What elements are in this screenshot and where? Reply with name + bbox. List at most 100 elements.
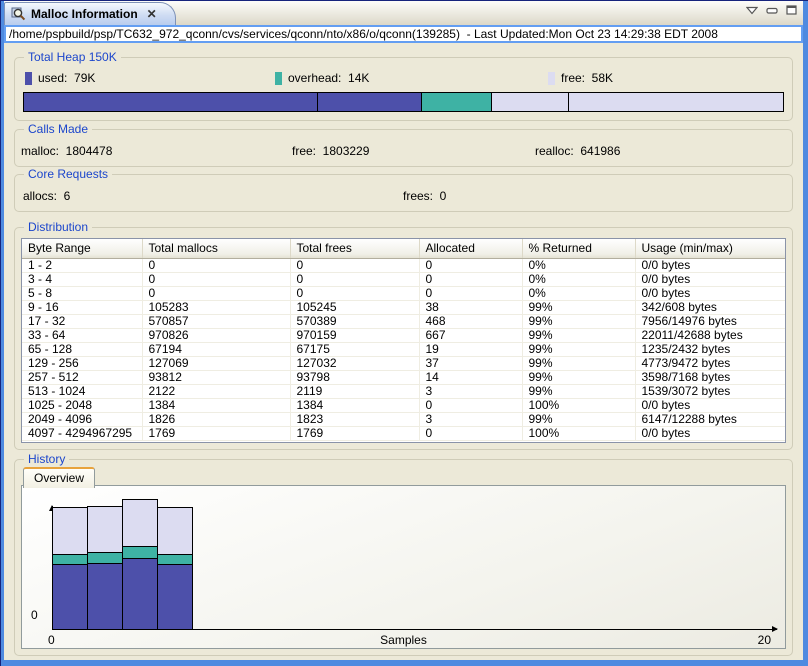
total-heap-group: Total Heap 150K used: 79K overhead: 14K …	[14, 57, 793, 121]
bar-segment-free	[52, 507, 88, 555]
window-frame: Malloc Information ✕ /home/pspbuild/psp/…	[0, 0, 808, 666]
distribution-header-row: Byte RangeTotal mallocsTotal freesAlloca…	[22, 239, 785, 258]
table-cell: 100%	[522, 426, 635, 440]
table-cell: 19	[419, 342, 522, 356]
table-cell: 4773/9472 bytes	[635, 356, 785, 370]
table-cell: 37	[419, 356, 522, 370]
table-cell: 0	[142, 286, 290, 300]
heap-segment-free	[492, 93, 569, 111]
table-cell: 9 - 16	[22, 300, 142, 314]
heap-segment-overhead	[422, 93, 491, 111]
history-bar-sample-1	[52, 507, 88, 630]
table-cell: 0	[419, 286, 522, 300]
bar-segment-overhead	[87, 553, 123, 564]
table-row[interactable]: 2049 - 409618261823399%6147/12288 bytes	[22, 412, 785, 426]
table-row[interactable]: 3 - 40000%0/0 bytes	[22, 272, 785, 286]
core-requests-group: Core Requests allocs: 6 frees: 0	[14, 174, 793, 212]
table-cell: 1 - 2	[22, 258, 142, 272]
table-row[interactable]: 129 - 2561270691270323799%4773/9472 byte…	[22, 356, 785, 370]
table-cell: 342/608 bytes	[635, 300, 785, 314]
close-icon[interactable]: ✕	[147, 7, 157, 21]
bar-segment-free	[87, 506, 123, 553]
y-axis-origin-label: 0	[31, 608, 38, 622]
table-cell: 3 - 4	[22, 272, 142, 286]
table-cell: 1025 - 2048	[22, 398, 142, 412]
history-tabbar: Overview	[21, 466, 786, 485]
column-header[interactable]: % Returned	[522, 239, 635, 258]
distribution-table: Byte RangeTotal mallocsTotal freesAlloca…	[22, 239, 785, 441]
table-cell: 99%	[522, 300, 635, 314]
minimize-icon[interactable]	[766, 6, 778, 15]
table-cell: 38	[419, 300, 522, 314]
table-row[interactable]: 1 - 20000%0/0 bytes	[22, 258, 785, 272]
table-cell: 0	[142, 258, 290, 272]
history-chart-panel: 0 0 Samples 20	[21, 485, 786, 649]
table-cell: 1823	[290, 412, 419, 426]
history-group: History Overview 0 0 Samples 20	[14, 459, 793, 656]
table-cell: 7956/14976 bytes	[635, 314, 785, 328]
table-row[interactable]: 65 - 12867194671751999%1235/2432 bytes	[22, 342, 785, 356]
column-header[interactable]: Allocated	[419, 239, 522, 258]
table-cell: 570857	[142, 314, 290, 328]
table-cell: 93812	[142, 370, 290, 384]
column-header[interactable]: Usage (min/max)	[635, 239, 785, 258]
table-cell: 1384	[142, 398, 290, 412]
bar-segment-used	[157, 565, 193, 630]
bar-segment-free	[157, 507, 193, 555]
table-cell: 0	[419, 272, 522, 286]
view-content: Total Heap 150K used: 79K overhead: 14K …	[4, 43, 803, 660]
table-cell: 1769	[290, 426, 419, 440]
table-row[interactable]: 257 - 51293812937981499%3598/7168 bytes	[22, 370, 785, 384]
table-cell: 257 - 512	[22, 370, 142, 384]
column-header[interactable]: Total mallocs	[142, 239, 290, 258]
calls-made-values: malloc: 1804478 free: 1803229 realloc: 6…	[21, 144, 786, 158]
table-row[interactable]: 9 - 161052831052453899%342/608 bytes	[22, 300, 785, 314]
bar-segment-overhead	[52, 555, 88, 565]
table-cell: 0	[419, 258, 522, 272]
table-cell: 0	[142, 272, 290, 286]
table-cell: 3	[419, 384, 522, 398]
free-count: free: 1803229	[292, 144, 535, 158]
column-header[interactable]: Total frees	[290, 239, 419, 258]
table-row[interactable]: 5 - 80000%0/0 bytes	[22, 286, 785, 300]
table-row[interactable]: 1025 - 2048138413840100%0/0 bytes	[22, 398, 785, 412]
view-toolbar	[746, 5, 797, 15]
table-cell: 970159	[290, 328, 419, 342]
bar-segment-overhead	[157, 555, 193, 565]
table-cell: 33 - 64	[22, 328, 142, 342]
table-cell: 0%	[522, 286, 635, 300]
table-cell: 1235/2432 bytes	[635, 342, 785, 356]
used-swatch	[25, 72, 32, 85]
view-menu-icon[interactable]	[746, 6, 758, 15]
frees-count: frees: 0	[403, 189, 784, 203]
malloc-information-view: Malloc Information ✕ /home/pspbuild/psp/…	[4, 1, 803, 660]
table-row[interactable]: 4097 - 4294967295176917690100%0/0 bytes	[22, 426, 785, 440]
overhead-legend-label: overhead: 14K	[288, 71, 369, 85]
table-cell: 1539/3072 bytes	[635, 384, 785, 398]
table-cell: 0/0 bytes	[635, 272, 785, 286]
table-row[interactable]: 17 - 3257085757038946899%7956/14976 byte…	[22, 314, 785, 328]
table-cell: 4097 - 4294967295	[22, 426, 142, 440]
table-row[interactable]: 33 - 6497082697015966799%22011/42688 byt…	[22, 328, 785, 342]
distribution-label: Distribution	[24, 220, 92, 234]
tab-malloc-information[interactable]: Malloc Information ✕	[4, 2, 176, 25]
table-cell: 5 - 8	[22, 286, 142, 300]
history-bar-sample-2	[87, 506, 123, 630]
table-cell: 1384	[290, 398, 419, 412]
table-cell: 99%	[522, 328, 635, 342]
table-cell: 65 - 128	[22, 342, 142, 356]
table-cell: 14	[419, 370, 522, 384]
table-cell: 570389	[290, 314, 419, 328]
column-header[interactable]: Byte Range	[22, 239, 142, 258]
table-cell: 2119	[290, 384, 419, 398]
table-cell: 99%	[522, 384, 635, 398]
table-cell: 0%	[522, 272, 635, 286]
maximize-icon[interactable]	[786, 5, 797, 15]
legend-overhead: overhead: 14K	[275, 71, 548, 85]
heap-legend: used: 79K overhead: 14K free: 58K	[23, 70, 784, 86]
tab-overview[interactable]: Overview	[23, 467, 95, 488]
distribution-table-container[interactable]: Byte RangeTotal mallocsTotal freesAlloca…	[21, 238, 786, 443]
x-axis-arrow-icon	[772, 626, 778, 632]
table-row[interactable]: 513 - 102421222119399%1539/3072 bytes	[22, 384, 785, 398]
realloc-count: realloc: 641986	[535, 144, 786, 158]
